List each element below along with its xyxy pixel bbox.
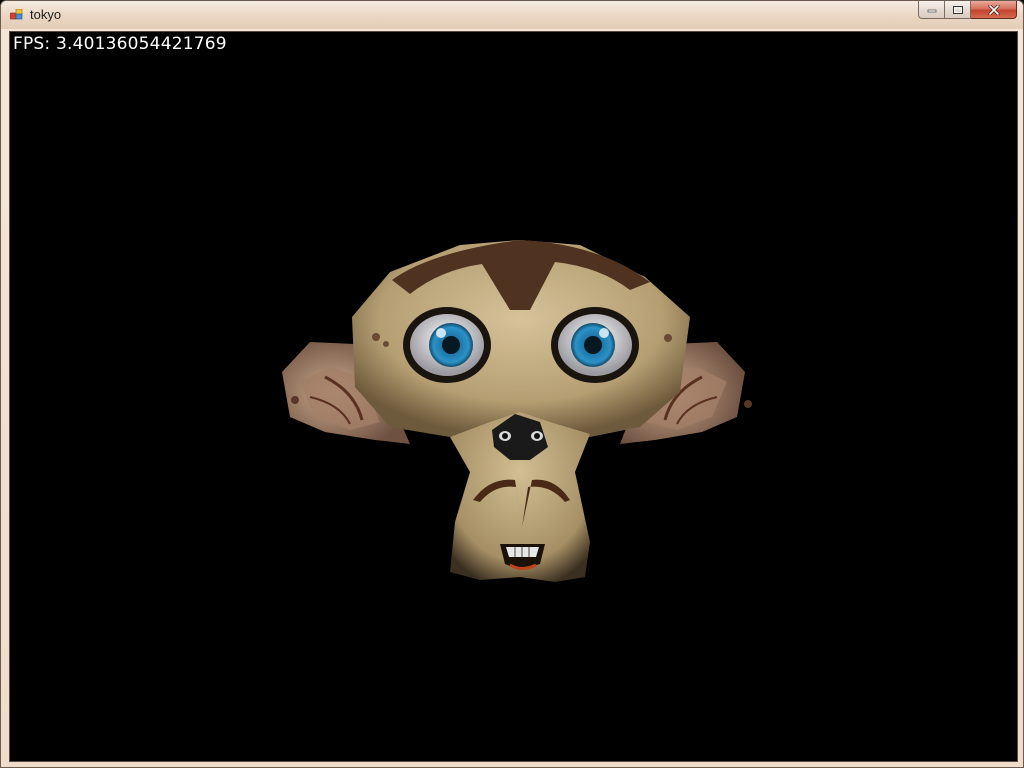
right-eye xyxy=(551,307,639,383)
app-window: tokyo FPS: 3.40136054421769 xyxy=(0,0,1024,768)
caption-buttons xyxy=(918,1,1017,20)
maximize-button[interactable] xyxy=(945,1,971,19)
monkey-head-render xyxy=(282,240,752,582)
close-button[interactable] xyxy=(971,1,1017,19)
window-title: tokyo xyxy=(30,7,62,22)
close-icon xyxy=(988,4,999,15)
maximize-icon xyxy=(952,5,963,14)
render-viewport[interactable]: FPS: 3.40136054421769 xyxy=(9,31,1018,762)
head xyxy=(352,240,690,437)
muzzle xyxy=(450,412,590,582)
minimize-icon xyxy=(927,9,936,12)
title-bar[interactable]: tokyo xyxy=(1,1,1023,29)
minimize-button[interactable] xyxy=(918,1,945,19)
app-icon xyxy=(10,9,23,20)
left-eye xyxy=(403,307,491,383)
